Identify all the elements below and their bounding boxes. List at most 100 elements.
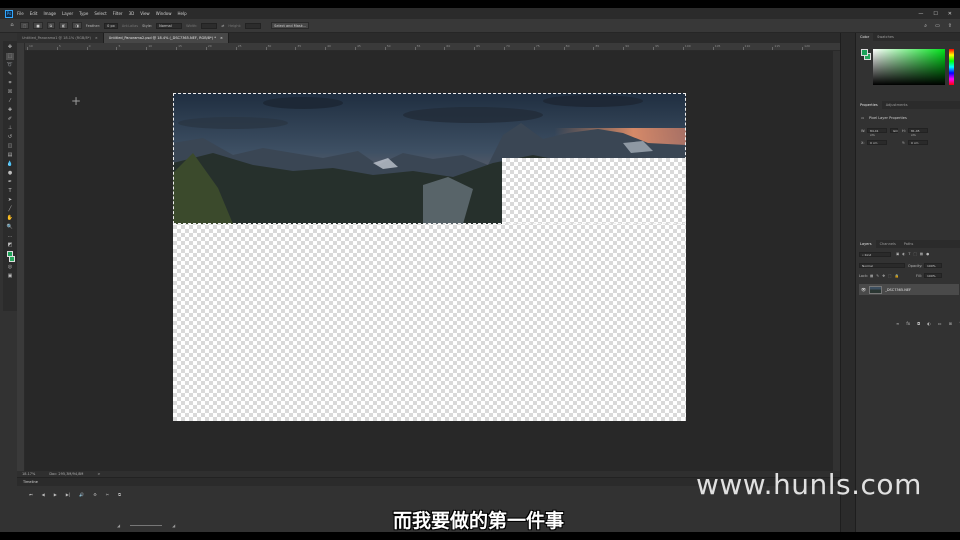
transition-icon[interactable]: ⧉ — [118, 492, 121, 497]
hand-tool-icon[interactable]: ✋ — [6, 215, 14, 222]
fill-input[interactable]: 100% — [924, 273, 942, 278]
intersect-selection-icon[interactable]: ◨ — [72, 22, 82, 29]
close-tab-icon[interactable]: × — [220, 36, 223, 40]
type-tool-icon[interactable]: T — [6, 188, 14, 195]
new-layer-icon[interactable]: ⊞ — [949, 321, 952, 326]
fx-icon[interactable]: fx — [906, 321, 910, 326]
default-colors-icon[interactable]: ◩ — [6, 242, 14, 249]
marquee-tool-icon[interactable]: ⬚ — [6, 53, 14, 60]
healing-tool-icon[interactable]: ✚ — [6, 107, 14, 114]
tab-layers[interactable]: Layers — [856, 240, 876, 248]
x-input[interactable]: 0 cm — [867, 140, 887, 145]
photoshop-logo-icon[interactable]: Ps — [5, 9, 13, 18]
first-frame-icon[interactable]: ⏮ — [29, 492, 33, 497]
y-input[interactable]: 0 cm — [908, 140, 928, 145]
move-tool-icon[interactable]: ✥ — [6, 44, 14, 51]
menu-file[interactable]: File — [17, 11, 24, 16]
eraser-tool-icon[interactable]: ◫ — [6, 143, 14, 150]
workspace-icon[interactable]: ▭ — [935, 23, 940, 29]
h-input[interactable]: 81,45 cm — [908, 128, 928, 137]
share-icon[interactable]: ⇪ — [948, 23, 952, 29]
settings-icon[interactable]: ⚙ — [93, 492, 97, 497]
dodge-tool-icon[interactable]: ● — [6, 170, 14, 177]
gradient-tool-icon[interactable]: ▤ — [6, 152, 14, 159]
hue-slider[interactable] — [949, 49, 954, 85]
more-tools-icon[interactable]: … — [6, 233, 14, 240]
menu-filter[interactable]: Filter — [113, 11, 123, 16]
maximize-icon[interactable]: ☐ — [933, 11, 937, 17]
menu-help[interactable]: Help — [177, 11, 186, 16]
marquee-preset-icon[interactable]: ⬚ — [20, 22, 30, 29]
menu-image[interactable]: Image — [43, 11, 56, 16]
canvas-area[interactable]: + — [25, 51, 833, 471]
zoom-in-icon[interactable]: ◢ — [172, 523, 175, 528]
stamp-tool-icon[interactable]: ⊥ — [6, 125, 14, 132]
frame-tool-icon[interactable]: ☒ — [6, 89, 14, 96]
opacity-input[interactable]: 100% — [924, 263, 942, 268]
document-canvas[interactable] — [173, 93, 686, 421]
link-icon[interactable]: GO — [890, 128, 898, 133]
new-group-icon[interactable]: ▭ — [938, 321, 942, 326]
subtract-selection-icon[interactable]: ◧ — [59, 22, 69, 29]
close-window-icon[interactable]: ✕ — [948, 11, 952, 17]
add-selection-icon[interactable]: ⧉ — [46, 22, 56, 29]
new-selection-icon[interactable]: ■ — [33, 22, 43, 29]
layer-row[interactable]: 👁 _DSC7365.NEF — [859, 284, 959, 295]
tab-panorama2[interactable]: Untitled_Panorama2.psd @ 18.4% (_DSC7365… — [103, 33, 229, 43]
minimize-icon[interactable]: — — [918, 11, 923, 17]
path-select-tool-icon[interactable]: ➤ — [6, 197, 14, 204]
layer-filter-icons[interactable]: ▣◐T⬚▦● — [896, 252, 932, 256]
eye-icon[interactable]: 👁 — [861, 287, 866, 292]
tab-properties[interactable]: Properties — [856, 101, 882, 109]
panel-fg-swatch[interactable] — [861, 49, 868, 56]
ruler-vertical[interactable] — [17, 43, 25, 471]
select-and-mask-button[interactable]: Select and Mask... — [271, 22, 310, 29]
width-input[interactable] — [201, 22, 218, 29]
tab-swatches[interactable]: Swatches — [873, 33, 898, 41]
antialias-checkbox[interactable]: Anti-alias — [122, 24, 138, 28]
tab-channels[interactable]: Channels — [876, 240, 900, 248]
menu-edit[interactable]: Edit — [30, 11, 38, 16]
layer-filter-select[interactable]: ⌕ Kind — [859, 252, 891, 257]
link-layers-icon[interactable]: ∞ — [896, 321, 899, 326]
ruler-horizontal[interactable]: 10 5 0 5 10 15 20 25 30 35 40 45 50 55 60 65 70 75 80 85 90 9… — [25, 43, 840, 51]
timeline-zoom-slider[interactable] — [130, 525, 163, 526]
eyedropper-tool-icon[interactable]: ⁄ — [6, 98, 14, 105]
height-input[interactable] — [245, 22, 262, 29]
prev-frame-icon[interactable]: ◀ — [42, 492, 45, 497]
history-brush-icon[interactable]: ↺ — [6, 134, 14, 141]
swap-icon[interactable]: ⇄ — [221, 24, 224, 28]
blur-tool-icon[interactable]: 💧 — [6, 161, 14, 168]
style-select[interactable]: Normal — [156, 22, 183, 29]
foreground-color-swatch[interactable] — [7, 251, 13, 257]
pen-tool-icon[interactable]: ✒ — [6, 179, 14, 186]
home-icon[interactable]: ⌂ — [8, 22, 16, 29]
menu-type[interactable]: Type — [79, 11, 88, 16]
lock-icons[interactable]: ▦✎✥⬚🔒 — [870, 274, 902, 278]
menu-3d[interactable]: 3D — [129, 11, 135, 16]
crop-tool-icon[interactable]: ⌗ — [6, 80, 14, 87]
blend-mode-select[interactable]: Normal — [859, 263, 905, 268]
menu-window[interactable]: Window — [156, 11, 172, 16]
add-mask-icon[interactable]: ◘ — [917, 321, 920, 326]
tab-color[interactable]: Color — [856, 33, 874, 41]
adjustment-layer-icon[interactable]: ◐ — [927, 321, 931, 326]
feather-input[interactable]: 0 px — [104, 22, 118, 29]
zoom-out-icon[interactable]: ◢ — [117, 523, 120, 528]
close-tab-icon[interactable]: × — [95, 36, 98, 40]
brush-tool-icon[interactable]: ✐ — [6, 116, 14, 123]
tab-adjustments[interactable]: Adjustments — [882, 101, 912, 109]
next-frame-icon[interactable]: ▶| — [66, 492, 70, 497]
lasso-tool-icon[interactable]: ➰ — [6, 62, 14, 69]
search-icon[interactable]: ⌕ — [924, 23, 927, 29]
tab-panorama1[interactable]: Untitled_Panorama1 @ 18.1% (RGB/8*) × — [17, 33, 104, 43]
quick-select-tool-icon[interactable]: ✎ — [6, 71, 14, 78]
w-input[interactable]: 84,41 cm — [867, 128, 887, 137]
menu-view[interactable]: View — [140, 11, 150, 16]
color-picker-field[interactable] — [873, 49, 945, 85]
audio-icon[interactable]: 🔊 — [79, 492, 84, 497]
tab-paths[interactable]: Paths — [900, 240, 918, 248]
quick-mask-icon[interactable]: ◎ — [6, 264, 14, 271]
menu-layer[interactable]: Layer — [62, 11, 73, 16]
split-icon[interactable]: ✂ — [106, 492, 109, 497]
